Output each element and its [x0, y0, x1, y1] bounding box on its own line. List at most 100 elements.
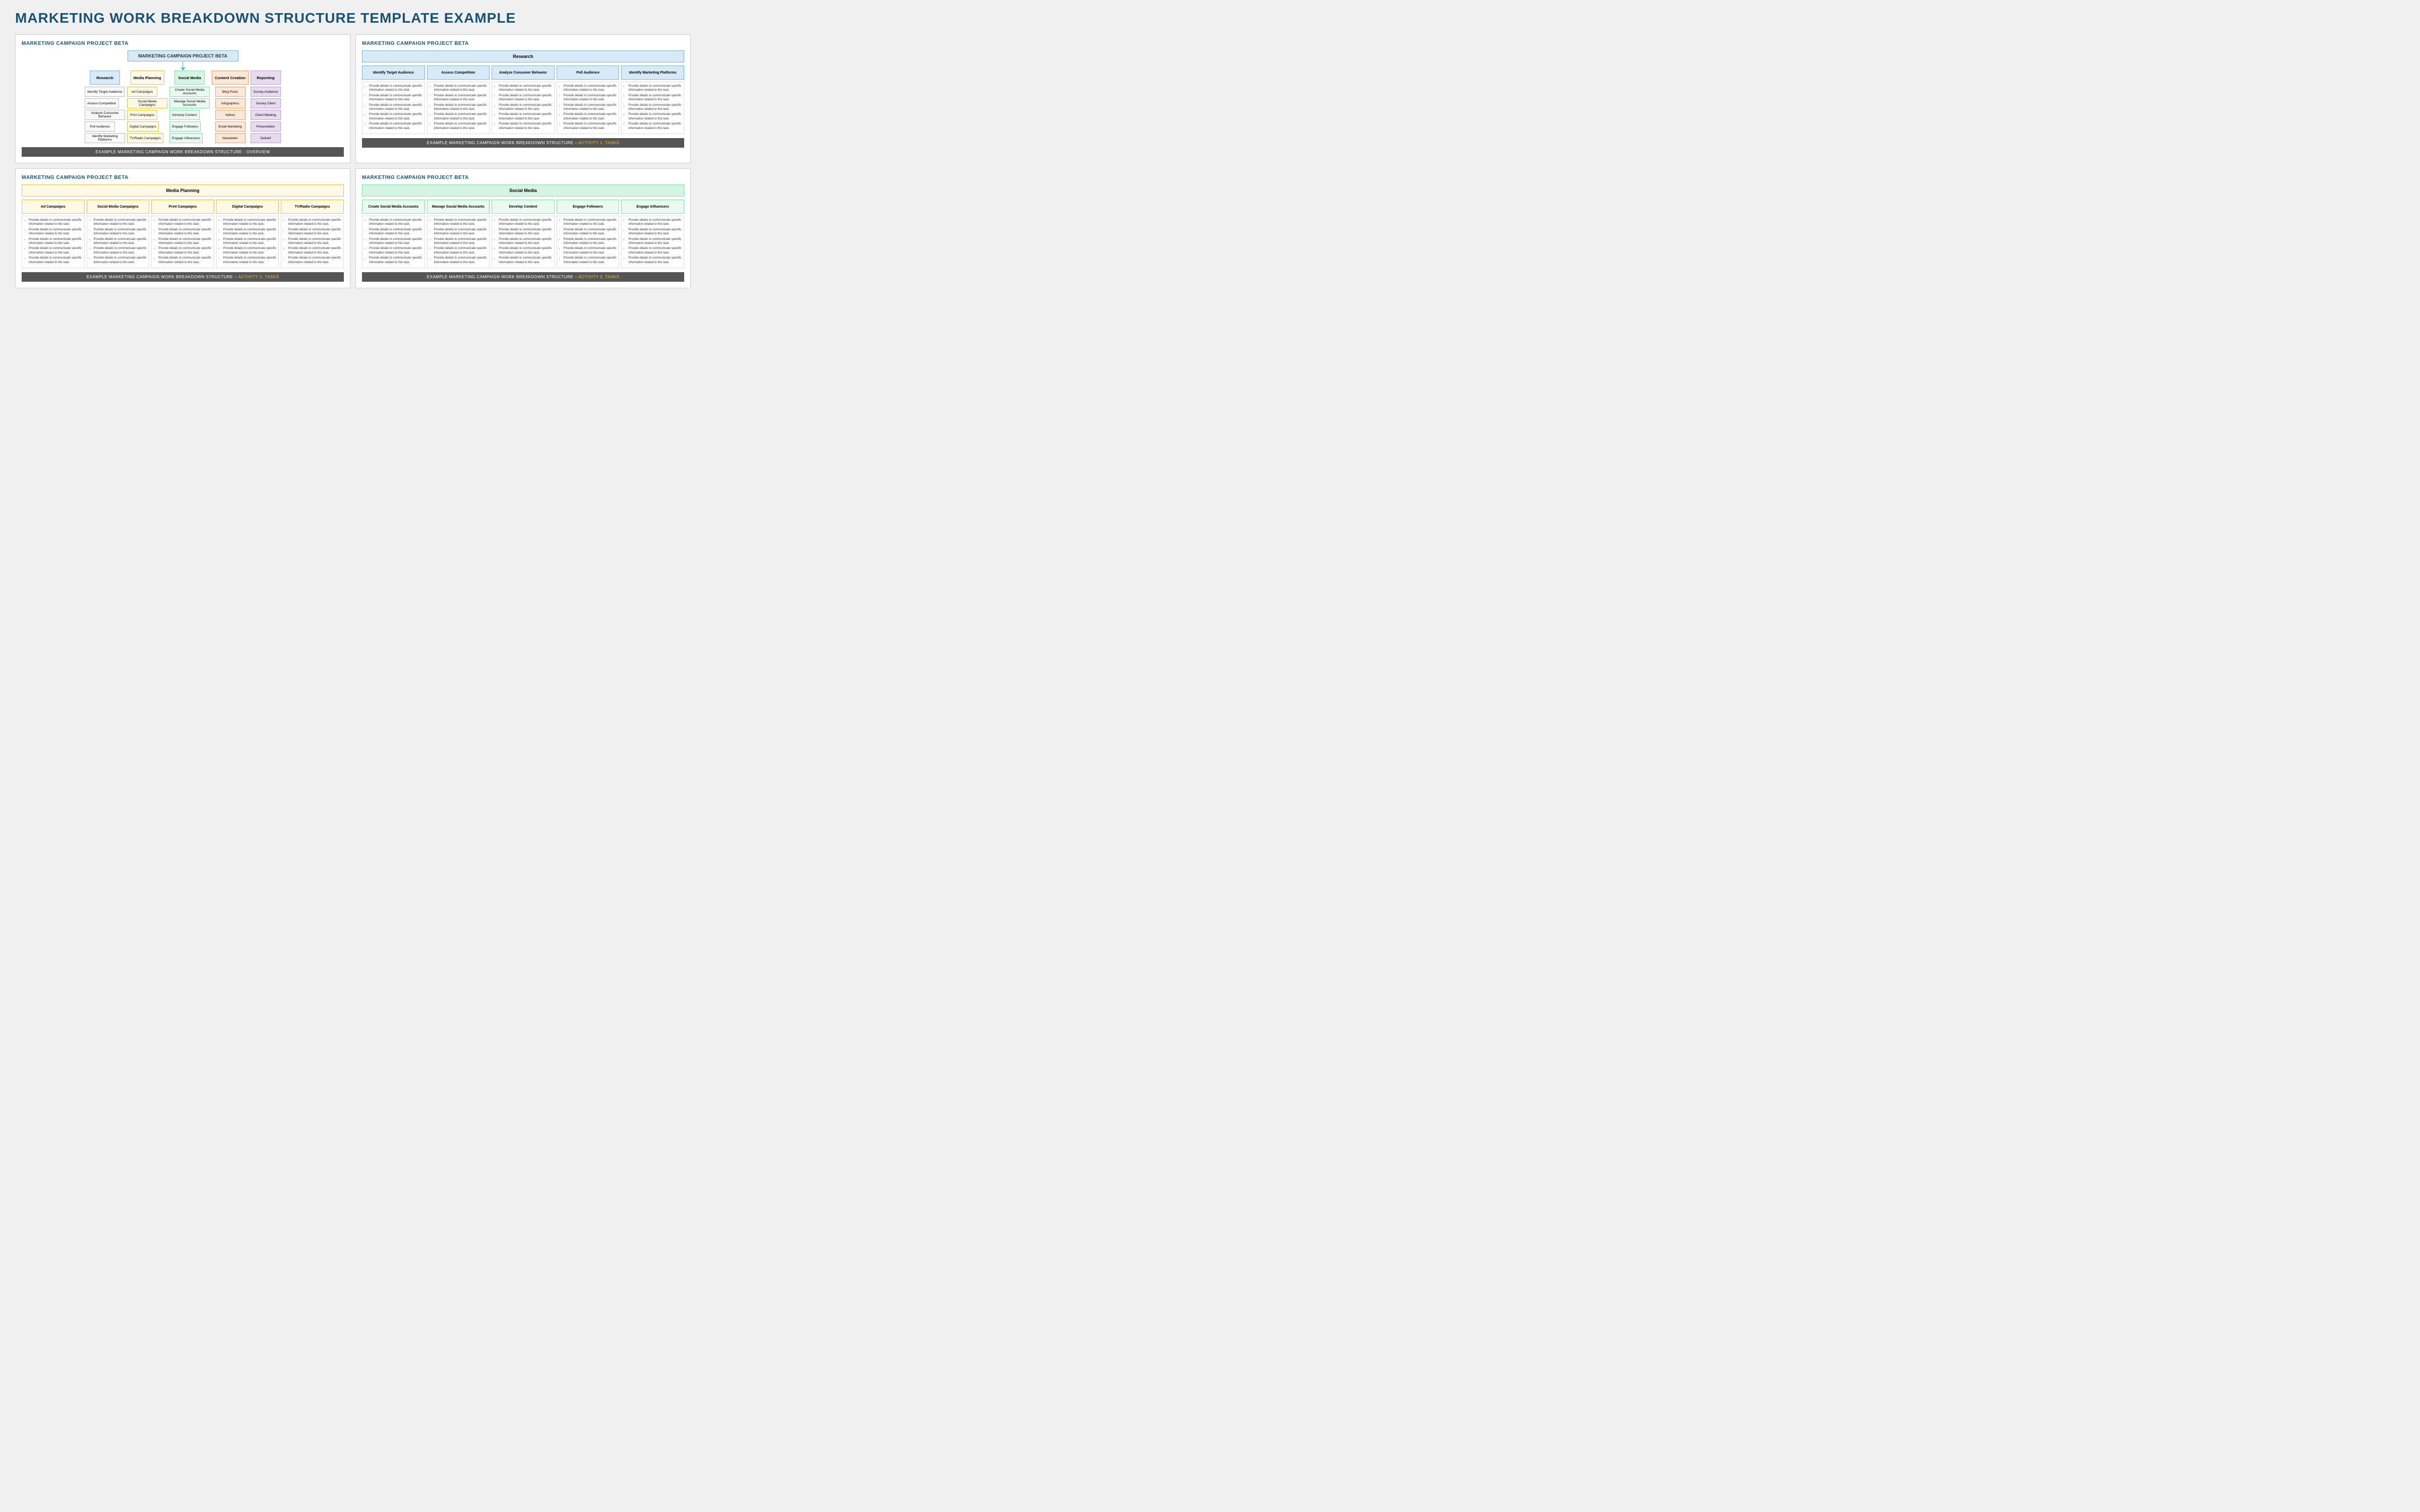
media-h5: TV/Radio Campaigns [281, 200, 344, 214]
media-body: Provide details to communicate specific … [22, 216, 344, 268]
research-h4: Poll Audience [557, 66, 620, 80]
sub-content-1: Blog Posts [215, 87, 246, 97]
social-h4: Engage Followers [557, 200, 620, 214]
sub-social-5: Engage Influencers [169, 133, 203, 143]
social-body-1: Provide details to communicate specific … [362, 216, 425, 268]
research-h5: Identify Marketing Platforms [621, 66, 684, 80]
sub-content-4: Email Marketing [215, 121, 246, 132]
sub-social-2: Manage Social Media Accounts [169, 98, 210, 108]
sub-research-1: Identify Target Audience [85, 87, 125, 97]
branch-label-media: Media Planning [131, 71, 164, 85]
q2-footer: EXAMPLE MARKETING CAMPAIGN WORK BREAKDOW… [362, 138, 684, 148]
sub-reporting-4: Presentation [251, 121, 281, 132]
media-body-3: Provide details to communicate specific … [151, 216, 214, 268]
sub-research-2: Assess Competition [85, 98, 118, 108]
sub-media-4: Digital Campaigns [127, 121, 159, 132]
branch-label-research: Research [90, 71, 120, 85]
branch-content: Content Creation Blog Posts Infographics… [212, 71, 249, 143]
research-body-3: Provide details to communicate specific … [492, 82, 555, 134]
sub-social-3: Develop Content [169, 110, 200, 120]
branch-label-content: Content Creation [212, 71, 249, 85]
social-body-5: Provide details to communicate specific … [621, 216, 684, 268]
q4-footer: EXAMPLE MARKETING CAMPAIGN WORK BREAKDOW… [362, 272, 684, 282]
sub-branches-media: Ad Campaigns Social Media Campaigns Prin… [127, 87, 167, 143]
media-body-4: Provide details to communicate specific … [216, 216, 279, 268]
activity3-section: Social Media Create Social Media Account… [362, 184, 684, 268]
research-h3: Analyze Consumer Behavior [492, 66, 555, 80]
media-body-1: Provide details to communicate specific … [22, 216, 85, 268]
media-headers: Ad Campaigns Social Media Campaigns Prin… [22, 200, 344, 214]
sub-content-5: Newsletter [215, 133, 246, 143]
sub-branches-research: Identify Target Audience Assess Competit… [85, 87, 125, 143]
activity1-section: Research Identify Target Audience Assess… [362, 50, 684, 134]
sub-media-1: Ad Campaigns [127, 87, 157, 97]
sub-research-5: Identify Marketing Platforms [85, 133, 125, 143]
quadrant-activity1: MARKETING CAMPAIGN PROJECT BETA Research… [355, 34, 691, 163]
branch-label-reporting: Reporting [251, 71, 281, 85]
social-body: Provide details to communicate specific … [362, 216, 684, 268]
research-body-1: Provide details to communicate specific … [362, 82, 425, 134]
research-headers: Identify Target Audience Assess Competit… [362, 66, 684, 80]
q3-title: MARKETING CAMPAIGN PROJECT BETA [22, 175, 344, 180]
social-h1: Create Social Media Accounts [362, 200, 425, 214]
branch-research: Research Identify Target Audience Assess… [85, 71, 125, 143]
branch-social: Social Media Create Social Media Account… [169, 71, 210, 143]
media-h1: Ad Campaigns [22, 200, 85, 214]
sub-reporting-5: Debrief [251, 133, 281, 143]
branch-reporting: Reporting Survey Audience Survey Client … [251, 71, 281, 143]
sub-research-4: Poll Audience [85, 121, 115, 132]
sub-research-3: Analyze Consumer Behavior [85, 110, 125, 120]
wbs-tree: MARKETING CAMPAIGN PROJECT BETA Research… [22, 50, 344, 143]
social-body-3: Provide details to communicate specific … [492, 216, 555, 268]
sub-social-4: Engage Followers [169, 121, 201, 132]
q1-footer: EXAMPLE MARKETING CAMPAIGN WORK BREAKDOW… [22, 147, 344, 157]
branch-media: Media Planning Ad Campaigns Social Media… [127, 71, 167, 143]
activity2-section: Media Planning Ad Campaigns Social Media… [22, 184, 344, 268]
q1-title: MARKETING CAMPAIGN PROJECT BETA [22, 41, 344, 46]
media-h3: Print Campaigns [151, 200, 214, 214]
media-h4: Digital Campaigns [216, 200, 279, 214]
sub-branches-content: Blog Posts Infographics Videos Email Mar… [215, 87, 246, 143]
social-headers: Create Social Media Accounts Manage Soci… [362, 200, 684, 214]
branches-row: Research Identify Target Audience Assess… [22, 71, 344, 143]
sub-media-5: TV/Radio Campaigns [127, 133, 163, 143]
social-body-2: Provide details to communicate specific … [427, 216, 490, 268]
social-h3: Develop Content [492, 200, 555, 214]
activity1-root: Research [362, 50, 684, 62]
quadrant-activity3: MARKETING CAMPAIGN PROJECT BETA Social M… [355, 168, 691, 288]
quadrant-activity2: MARKETING CAMPAIGN PROJECT BETA Media Pl… [15, 168, 350, 288]
media-h2: Social Media Campaigns [87, 200, 150, 214]
sub-branches-social: Create Social Media Accounts Manage Soci… [169, 87, 210, 143]
research-body: Provide details to communicate specific … [362, 82, 684, 134]
research-h2: Assess Competition [427, 66, 490, 80]
q3-footer-highlight: ACTIVITY 2, TASKS [238, 275, 279, 279]
q2-footer-highlight: ACTIVITY 1, TASKS [578, 141, 619, 145]
research-body-4: Provide details to communicate specific … [557, 82, 620, 134]
activity3-root: Social Media [362, 184, 684, 197]
social-h2: Manage Social Media Accounts [427, 200, 490, 214]
q4-title: MARKETING CAMPAIGN PROJECT BETA [362, 175, 684, 180]
media-body-5: Provide details to communicate specific … [281, 216, 344, 268]
wbs-root: MARKETING CAMPAIGN PROJECT BETA [128, 50, 238, 61]
media-body-2: Provide details to communicate specific … [87, 216, 150, 268]
sub-branches-reporting: Survey Audience Survey Client Client Mee… [251, 87, 281, 143]
activity2-root: Media Planning [22, 184, 344, 197]
sub-reporting-1: Survey Audience [251, 87, 281, 97]
q3-footer: EXAMPLE MARKETING CAMPAIGN WORK BREAKDOW… [22, 272, 344, 282]
page-title: MARKETING WORK BREAKDOWN STRUCTURE TEMPL… [15, 10, 691, 26]
research-body-2: Provide details to communicate specific … [427, 82, 490, 134]
sub-social-1: Create Social Media Accounts [169, 87, 210, 97]
sub-media-2: Social Media Campaigns [127, 98, 167, 108]
sub-content-2: Infographics [215, 98, 246, 108]
quadrant-grid: MARKETING CAMPAIGN PROJECT BETA MARKETIN… [15, 34, 691, 288]
sub-reporting-3: Client Meeting [251, 110, 281, 120]
research-h1: Identify Target Audience [362, 66, 425, 80]
social-body-4: Provide details to communicate specific … [557, 216, 620, 268]
quadrant-overview: MARKETING CAMPAIGN PROJECT BETA MARKETIN… [15, 34, 350, 163]
social-h5: Engage Influencers [621, 200, 684, 214]
branch-label-social: Social Media [174, 71, 205, 85]
sub-reporting-2: Survey Client [251, 98, 281, 108]
q4-footer-highlight: ACTIVITY 3, TASKS [578, 275, 619, 279]
research-body-5: Provide details to communicate specific … [621, 82, 684, 134]
q2-title: MARKETING CAMPAIGN PROJECT BETA [362, 41, 684, 46]
